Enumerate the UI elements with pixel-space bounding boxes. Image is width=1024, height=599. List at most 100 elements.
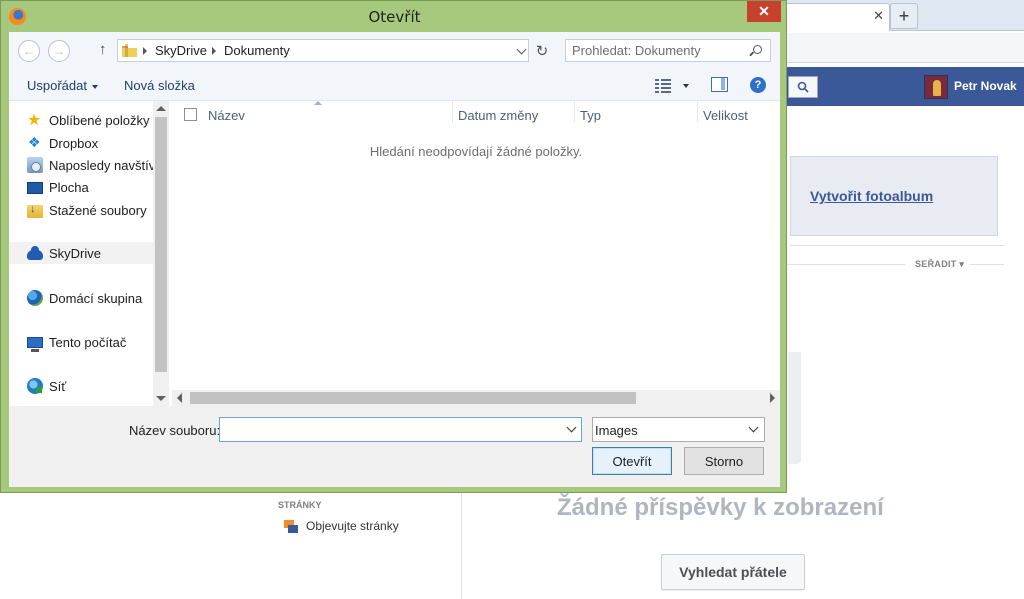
sidebar-item-label: Plocha <box>49 179 89 195</box>
navigation-pane: Oblíbené položky Dropbox Naposledy navšt… <box>9 101 169 406</box>
cancel-button[interactable]: Storno <box>684 447 764 475</box>
sidebar-item-recent-places[interactable]: Naposledy navštív <box>27 154 155 176</box>
organize-label: Uspořádat <box>27 78 87 93</box>
search-icon[interactable] <box>753 45 762 54</box>
sidebar-item-label: Stažené soubory <box>49 202 147 218</box>
column-header-name[interactable]: Název <box>208 108 245 123</box>
caret-down-icon[interactable] <box>683 84 689 88</box>
dialog-footer: Název souboru: Images Otevřít Storno <box>9 406 780 487</box>
preview-pane-icon[interactable] <box>711 77 728 92</box>
filetype-value: Images <box>595 423 638 438</box>
close-button[interactable]: ✕ <box>747 1 781 22</box>
desktop-icon <box>27 182 43 194</box>
close-icon: ✕ <box>758 3 770 19</box>
file-list: Název Datum změny Typ Velikost Hledání n… <box>172 101 780 406</box>
filename-label: Název souboru: <box>129 423 221 438</box>
sidebar-item-network[interactable]: Síť <box>27 375 66 397</box>
avatar[interactable] <box>924 75 948 99</box>
command-toolbar: Uspořádat Nová složka ? <box>9 69 780 101</box>
recent-places-icon <box>27 157 43 173</box>
select-all-checkbox[interactable] <box>184 108 197 121</box>
sort-indicator-icon <box>314 101 322 105</box>
scrollbar-thumb[interactable] <box>155 117 167 372</box>
column-separator[interactable] <box>452 101 453 123</box>
browser-tab[interactable]: ✕ <box>780 3 890 31</box>
up-arrow-icon: ↑ <box>99 41 107 58</box>
sidebar-item-skydrive[interactable]: SkyDrive <box>9 242 153 264</box>
scroll-up-icon[interactable] <box>156 106 166 111</box>
filename-input[interactable] <box>220 418 560 441</box>
column-separator[interactable] <box>697 101 698 123</box>
star-icon <box>27 110 43 130</box>
pages-heading: STRÁNKY <box>278 500 322 510</box>
search-icon <box>797 81 809 93</box>
new-tab-button[interactable]: + <box>890 3 918 29</box>
profile-name-link[interactable]: Petr Novak <box>954 79 1017 93</box>
column-separator[interactable] <box>574 101 575 123</box>
help-icon[interactable]: ? <box>750 77 766 93</box>
homegroup-icon <box>27 290 43 306</box>
sidebar-item-label: Síť <box>49 378 67 394</box>
sidebar-item-label: Tento počítač <box>49 334 127 350</box>
filename-field[interactable] <box>219 417 582 442</box>
column-header-date[interactable]: Datum změny <box>458 108 538 123</box>
sidebar-item-dropbox[interactable]: Dropbox <box>27 132 98 154</box>
breadcrumb-dokumenty[interactable]: Dokumenty <box>224 43 290 58</box>
sort-dropdown[interactable]: SEŘADIT ▾ <box>915 259 964 270</box>
scroll-right-icon[interactable] <box>770 393 775 403</box>
scrollbar-thumb[interactable] <box>190 392 636 404</box>
new-folder-button[interactable]: Nová složka <box>124 78 195 93</box>
filetype-select[interactable]: Images <box>592 417 765 442</box>
address-bar[interactable]: SkyDrive Dokumenty <box>117 39 529 62</box>
view-options-icon[interactable] <box>655 77 673 93</box>
dialog-title: Otevřít <box>368 8 421 26</box>
up-button[interactable]: ↑ <box>99 41 107 58</box>
open-file-dialog: Otevřít ✕ ← → ↑ SkyDrive Dokumenty ↻ Pro… <box>0 0 787 493</box>
flag-icon <box>282 517 300 535</box>
dialog-body: ← → ↑ SkyDrive Dokumenty ↻ Uspořádat Nov… <box>9 32 780 487</box>
search-input[interactable] <box>566 40 746 61</box>
navigation-scrollbar[interactable] <box>153 101 169 406</box>
discover-pages-link[interactable]: Objevujte stránky <box>282 517 399 535</box>
column-header-size[interactable]: Velikost <box>703 108 748 123</box>
sidebar-item-downloads[interactable]: Stažené soubory <box>27 199 147 221</box>
divider <box>783 264 905 265</box>
column-header-type[interactable]: Typ <box>580 108 601 123</box>
tab-close-icon[interactable]: ✕ <box>873 8 884 24</box>
facebook-top-bar: Petr Novak <box>780 67 1024 106</box>
facebook-search-button[interactable] <box>788 76 818 98</box>
horizontal-scrollbar[interactable] <box>172 390 780 406</box>
empty-results-message: Hledání neodpovídají žádné položky. <box>369 144 583 159</box>
back-button[interactable]: ← <box>18 40 40 62</box>
refresh-button[interactable]: ↻ <box>531 39 553 62</box>
scroll-down-icon[interactable] <box>156 396 166 401</box>
open-button[interactable]: Otevřít <box>592 447 672 475</box>
discover-pages-label: Objevujte stránky <box>306 519 399 533</box>
skydrive-cloud-icon <box>27 245 43 260</box>
navigation-bar: ← → ↑ SkyDrive Dokumenty ↻ <box>9 32 780 69</box>
chevron-down-icon[interactable] <box>516 44 527 55</box>
forward-button[interactable]: → <box>48 40 70 62</box>
breadcrumb-skydrive[interactable]: SkyDrive <box>155 43 207 58</box>
sidebar-item-label: Naposledy navštív <box>49 157 156 173</box>
breadcrumb-separator-icon <box>212 47 216 55</box>
chevron-down-icon[interactable] <box>566 422 577 433</box>
divider <box>970 264 1004 265</box>
network-icon <box>27 378 43 394</box>
scroll-left-icon[interactable] <box>177 393 182 403</box>
sidebar-item-label: SkyDrive <box>49 245 102 261</box>
sidebar-item-homegroup[interactable]: Domácí skupina <box>27 287 142 309</box>
downloads-icon <box>27 203 43 218</box>
organize-button[interactable]: Uspořádat <box>27 78 98 93</box>
sidebar-item-favorites[interactable]: Oblíbené položky <box>27 109 149 131</box>
computer-icon <box>27 337 43 352</box>
find-friends-button[interactable]: Vyhledat přátele <box>661 554 805 590</box>
sidebar-item-label: Oblíbené položky <box>49 112 150 128</box>
caret-down-icon <box>91 84 98 89</box>
sidebar-item-this-pc[interactable]: Tento počítač <box>27 331 126 353</box>
forward-arrow-icon: → <box>53 44 65 58</box>
column-divider <box>461 493 462 599</box>
browser-url-bar[interactable] <box>780 33 1024 63</box>
sidebar-item-desktop[interactable]: Plocha <box>27 176 89 198</box>
create-album-link[interactable]: Vytvořit fotoalbum <box>810 188 933 204</box>
